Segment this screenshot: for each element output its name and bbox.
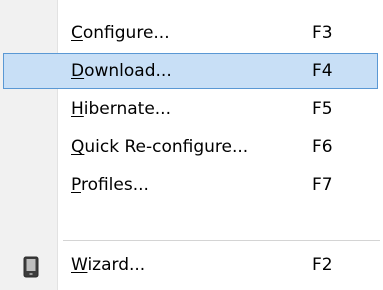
menu-item-label: Download...: [71, 52, 172, 90]
shortcut-key: F3: [312, 23, 333, 43]
label-text: uick Re-configure...: [84, 137, 249, 157]
label-text: izard...: [87, 255, 146, 275]
menu-item-label: Quick Re-configure...: [71, 128, 248, 166]
mnemonic-letter: W: [71, 255, 88, 275]
wizard-icon: [20, 256, 42, 278]
menu-item-wizard[interactable]: Wizard... F2: [0, 246, 383, 284]
menu-item-download[interactable]: Download... F4: [0, 52, 383, 90]
mnemonic-letter: Q: [71, 137, 85, 157]
shortcut-key: F2: [312, 255, 333, 275]
mnemonic-letter: H: [71, 99, 84, 119]
menu-item-label: Wizard...: [71, 246, 145, 284]
menu-item-profiles[interactable]: Profiles... F7: [0, 166, 383, 204]
menu-item-quick-reconfigure[interactable]: Quick Re-configure... F6: [0, 128, 383, 166]
label-text: onfigure...: [82, 23, 170, 43]
shortcut-key: F5: [312, 99, 333, 119]
mnemonic-letter: P: [71, 175, 81, 195]
shortcut-key: F6: [312, 137, 333, 157]
menu-item-label: Profiles...: [71, 166, 149, 204]
menu-item-label: Configure...: [71, 14, 170, 52]
label-text: ibernate...: [83, 99, 171, 119]
mnemonic-letter: C: [71, 23, 83, 43]
context-menu: Configure... F3 Download... F4 Hibernate…: [0, 0, 383, 290]
menu-separator: [63, 240, 380, 241]
shortcut-key: F7: [312, 175, 333, 195]
menu-item-label: Hibernate...: [71, 90, 171, 128]
menu-item-configure[interactable]: Configure... F3: [0, 14, 383, 52]
shortcut-key: F4: [312, 61, 333, 81]
label-text: ownload...: [84, 61, 172, 81]
label-text: rofiles...: [80, 175, 149, 195]
menu-item-hibernate[interactable]: Hibernate... F5: [0, 90, 383, 128]
mnemonic-letter: D: [71, 61, 85, 81]
